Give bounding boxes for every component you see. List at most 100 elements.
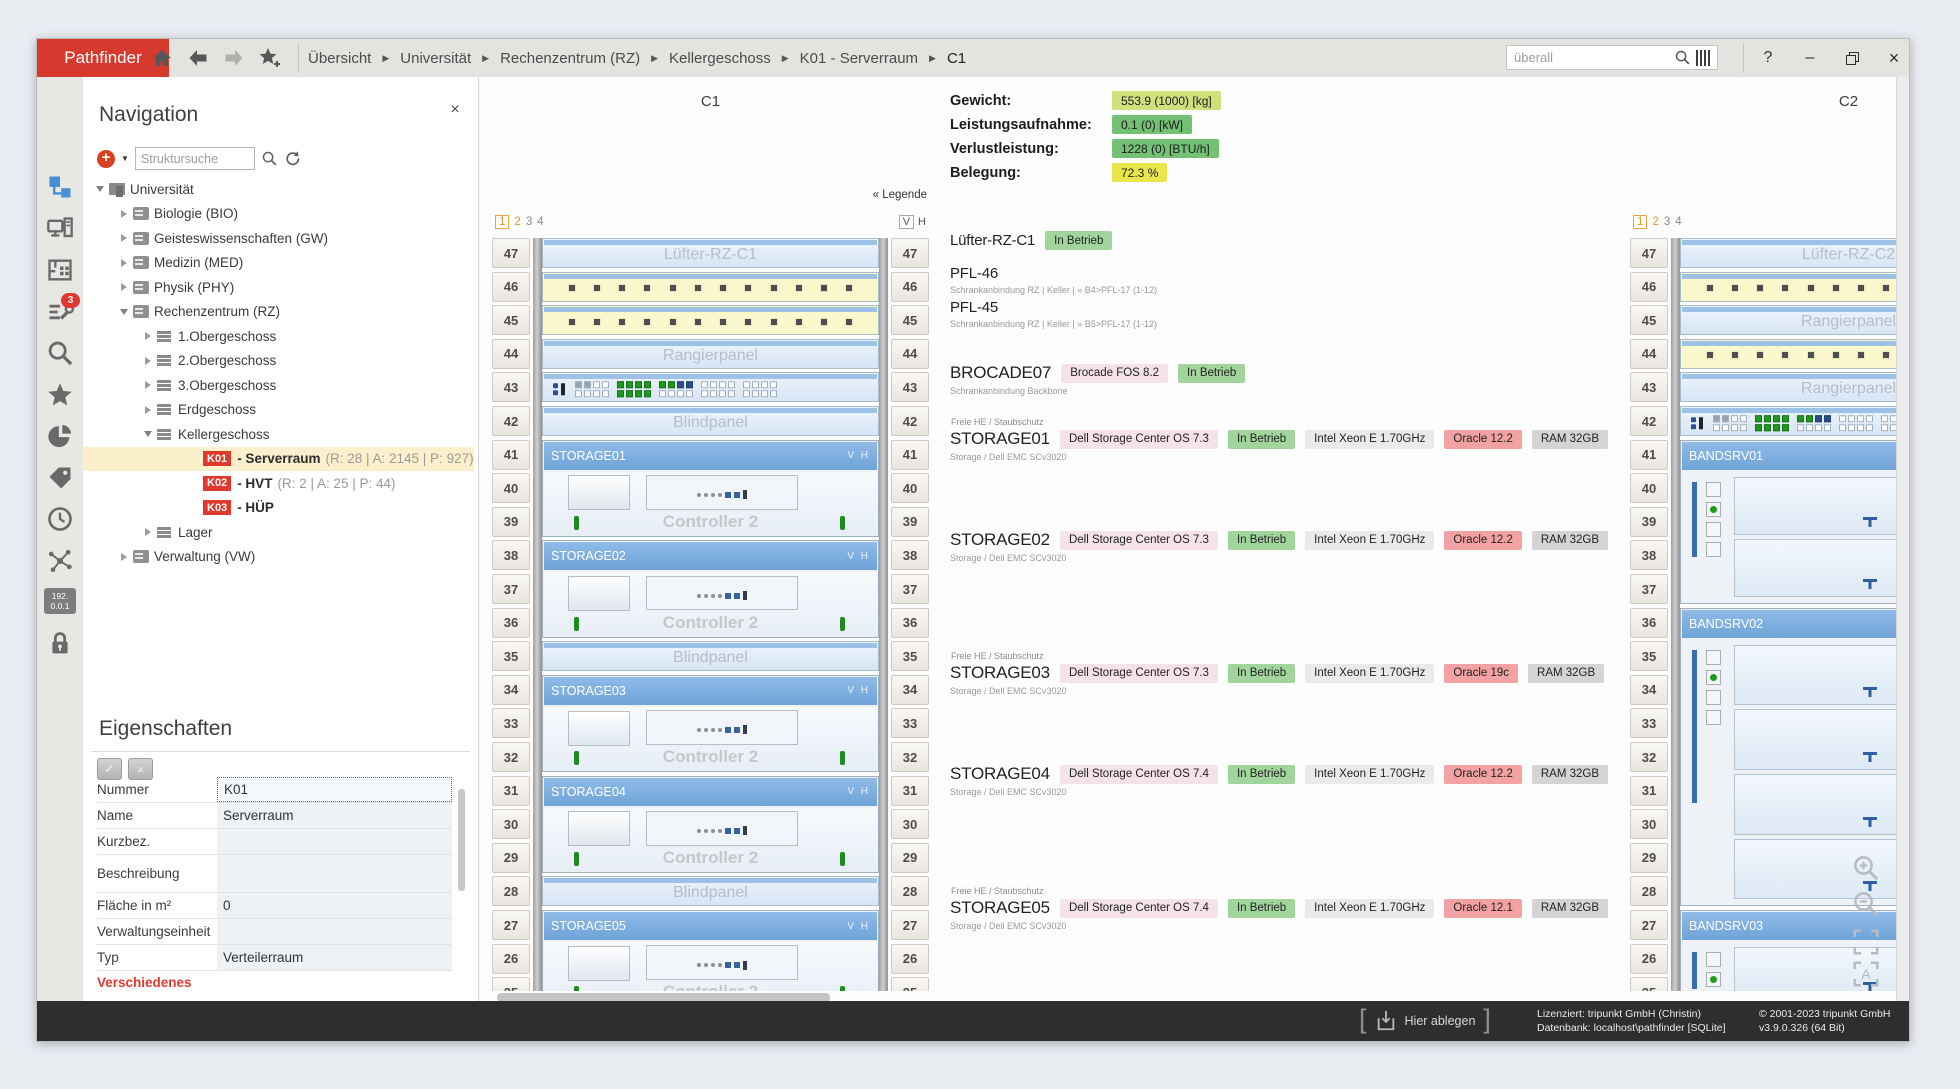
tree-item-2-obergeschoss[interactable]: 2.Obergeschoss xyxy=(83,349,474,374)
tree-item-k03[interactable]: K03- HÜP xyxy=(83,496,474,521)
rack-slot-storage03[interactable]: STORAGE03V HController 2 xyxy=(542,675,879,772)
rack-slot-bandsrv01[interactable]: BANDSRV01 xyxy=(1680,440,1909,605)
sidebar-item-security[interactable] xyxy=(46,630,74,658)
expand-right-icon[interactable] xyxy=(117,553,131,561)
rack-view-tab[interactable]: 1 xyxy=(495,215,509,229)
expand-right-icon[interactable] xyxy=(141,406,155,414)
sidebar-item-topology[interactable] xyxy=(46,547,74,575)
rack-slot-blindpanel[interactable]: Blindpanel xyxy=(542,406,879,436)
expand-right-icon[interactable] xyxy=(141,528,155,536)
property-value-verwaltungseinheit[interactable] xyxy=(217,919,452,944)
rack-slot-brush[interactable] xyxy=(1680,339,1909,369)
close-button[interactable]: × xyxy=(1881,47,1907,69)
expand-right-icon[interactable] xyxy=(117,259,131,267)
tree-item-biologie-bio-[interactable]: Biologie (BIO) xyxy=(83,202,474,227)
expand-right-icon[interactable] xyxy=(141,381,155,389)
rack-slot-brush[interactable] xyxy=(542,272,879,302)
property-value-fl-che-in-m-[interactable]: 0 xyxy=(217,893,452,918)
rack-slot-blindpanel[interactable]: Blindpanel xyxy=(542,876,879,906)
property-value-name[interactable]: Serverraum xyxy=(217,803,452,828)
rack-vh-vertical[interactable]: V xyxy=(899,215,914,229)
tree-search-icon[interactable] xyxy=(261,150,278,167)
refresh-icon[interactable] xyxy=(284,150,301,167)
rack-c1[interactable]: 1234VH4747464645454444434342424141404039… xyxy=(492,211,929,991)
rack-view-tab[interactable]: 4 xyxy=(1675,216,1681,228)
sidebar-item-workplace[interactable] xyxy=(46,215,74,243)
rack-view-tab[interactable]: 4 xyxy=(537,216,543,228)
expand-right-icon[interactable] xyxy=(117,283,131,291)
breadcrumb-item[interactable]: Rechenzentrum (RZ) xyxy=(500,50,640,67)
expand-right-icon[interactable] xyxy=(117,234,131,242)
rack-vh-horizontal[interactable]: H xyxy=(918,216,926,228)
global-search[interactable] xyxy=(1506,45,1718,70)
tree-item-3-obergeschoss[interactable]: 3.Obergeschoss xyxy=(83,373,474,398)
expand-down-icon[interactable] xyxy=(141,431,155,437)
fit-labels-icon[interactable]: A xyxy=(1851,959,1881,989)
fit-view-icon[interactable] xyxy=(1851,927,1881,957)
rack-slot-storage01[interactable]: STORAGE01V HController 2 xyxy=(542,440,879,537)
expand-down-icon[interactable] xyxy=(117,309,131,315)
property-value-nummer[interactable]: K01 xyxy=(217,777,452,802)
structure-search-input[interactable] xyxy=(135,147,255,170)
sidebar-item-tags[interactable] xyxy=(46,464,74,492)
device-l-fter-rz-c1[interactable]: Lüfter-RZ-C1In Betrieb xyxy=(950,231,1112,250)
device-storage05[interactable]: Freie HE / StaubschutzSTORAGE05Dell Stor… xyxy=(950,898,1608,931)
rack-slot-l-fter-rz-c1[interactable]: Lüfter-RZ-C1 xyxy=(542,238,879,268)
search-icon[interactable] xyxy=(1674,49,1691,66)
tree-item-lager[interactable]: Lager xyxy=(83,520,474,545)
horizontal-scrollbar[interactable] xyxy=(497,993,830,1001)
device-brocade07[interactable]: BROCADE07Brocade FOS 8.2In BetriebSchran… xyxy=(950,363,1245,396)
tree-item-1-obergeschoss[interactable]: 1.Obergeschoss xyxy=(83,324,474,349)
expand-right-icon[interactable] xyxy=(117,210,131,218)
tree-item-rechenzentrum-rz-[interactable]: Rechenzentrum (RZ) xyxy=(83,300,474,325)
rack-slot-patch[interactable] xyxy=(1680,406,1909,436)
maximize-button[interactable] xyxy=(1839,47,1865,69)
rack-view-tab[interactable]: 1 xyxy=(1633,215,1647,229)
rack-slot-l-fter-rz-c2[interactable]: Lüfter-RZ-C2 xyxy=(1680,238,1909,268)
home-icon[interactable] xyxy=(149,46,175,70)
device-pfl-45[interactable]: PFL-45Schrankanbindung RZ | Keller | » B… xyxy=(950,299,1157,329)
tree-item-k01[interactable]: K01- Serverraum(R: 28 | A: 2145 | P: 927… xyxy=(83,447,474,472)
device-storage04[interactable]: STORAGE04Dell Storage Center OS 7.4In Be… xyxy=(950,764,1608,797)
sidebar-item-history[interactable] xyxy=(46,505,74,533)
tree-item-erdgeschoss[interactable]: Erdgeschoss xyxy=(83,398,474,423)
rack-view-tab[interactable]: 2 xyxy=(1652,216,1658,228)
rack-slot-storage02[interactable]: STORAGE02V HController 2 xyxy=(542,540,879,637)
zoom-in-icon[interactable] xyxy=(1851,853,1881,883)
tree-item-physik-phy-[interactable]: Physik (PHY) xyxy=(83,275,474,300)
rack-slot-patch[interactable] xyxy=(542,372,879,402)
sidebar-item-search[interactable] xyxy=(46,339,74,367)
expand-down-icon[interactable] xyxy=(93,186,107,192)
sidebar-item-reports[interactable] xyxy=(46,422,74,450)
barcode-scan-icon[interactable] xyxy=(1696,50,1712,66)
tree-item-medizin-med-[interactable]: Medizin (MED) xyxy=(83,251,474,276)
rack-view-tabs[interactable]: 1234 xyxy=(495,213,544,231)
rack-slot-brush[interactable] xyxy=(542,305,879,335)
tree-item-kellergeschoss[interactable]: Kellergeschoss xyxy=(83,422,474,447)
zoom-out-icon[interactable] xyxy=(1851,889,1881,919)
property-value-beschreibung[interactable] xyxy=(217,855,452,892)
tree-item-verwaltung-vw-[interactable]: Verwaltung (VW) xyxy=(83,545,474,570)
forward-icon[interactable] xyxy=(221,46,247,70)
breadcrumb-item[interactable]: K01 - Serverraum xyxy=(800,50,918,67)
breadcrumb-item[interactable]: Übersicht xyxy=(308,50,371,67)
expand-right-icon[interactable] xyxy=(141,357,155,365)
rack-slot-rangierpanel[interactable]: Rangierpanel xyxy=(542,339,879,369)
tree-item-geisteswissenschaften-gw-[interactable]: Geisteswissenschaften (GW) xyxy=(83,226,474,251)
sidebar-item-favorites[interactable] xyxy=(46,381,74,409)
rack-view-tab[interactable]: 3 xyxy=(526,216,532,228)
device-storage03[interactable]: Freie HE / StaubschutzSTORAGE03Dell Stor… xyxy=(950,663,1604,696)
global-search-input[interactable] xyxy=(1512,49,1669,66)
property-value-typ[interactable]: Verteilerraum xyxy=(217,945,452,970)
sidebar-item-floorplan[interactable] xyxy=(46,256,74,284)
properties-scrollbar[interactable] xyxy=(458,789,465,891)
tree-item-universit-t[interactable]: Universität xyxy=(83,177,474,202)
back-icon[interactable] xyxy=(185,46,211,70)
rack-slot-storage05[interactable]: STORAGE05V HController 2 xyxy=(542,910,879,991)
breadcrumb-item[interactable]: Universität xyxy=(400,50,471,67)
rack-slot-rangierpanel[interactable]: Rangierpanel xyxy=(1680,372,1909,402)
minimize-button[interactable]: – xyxy=(1797,47,1823,69)
breadcrumb-item[interactable]: C1 xyxy=(947,50,966,67)
rack-slot-blindpanel[interactable]: Blindpanel xyxy=(542,641,879,671)
sidebar-item-structure-tree[interactable] xyxy=(46,173,74,201)
